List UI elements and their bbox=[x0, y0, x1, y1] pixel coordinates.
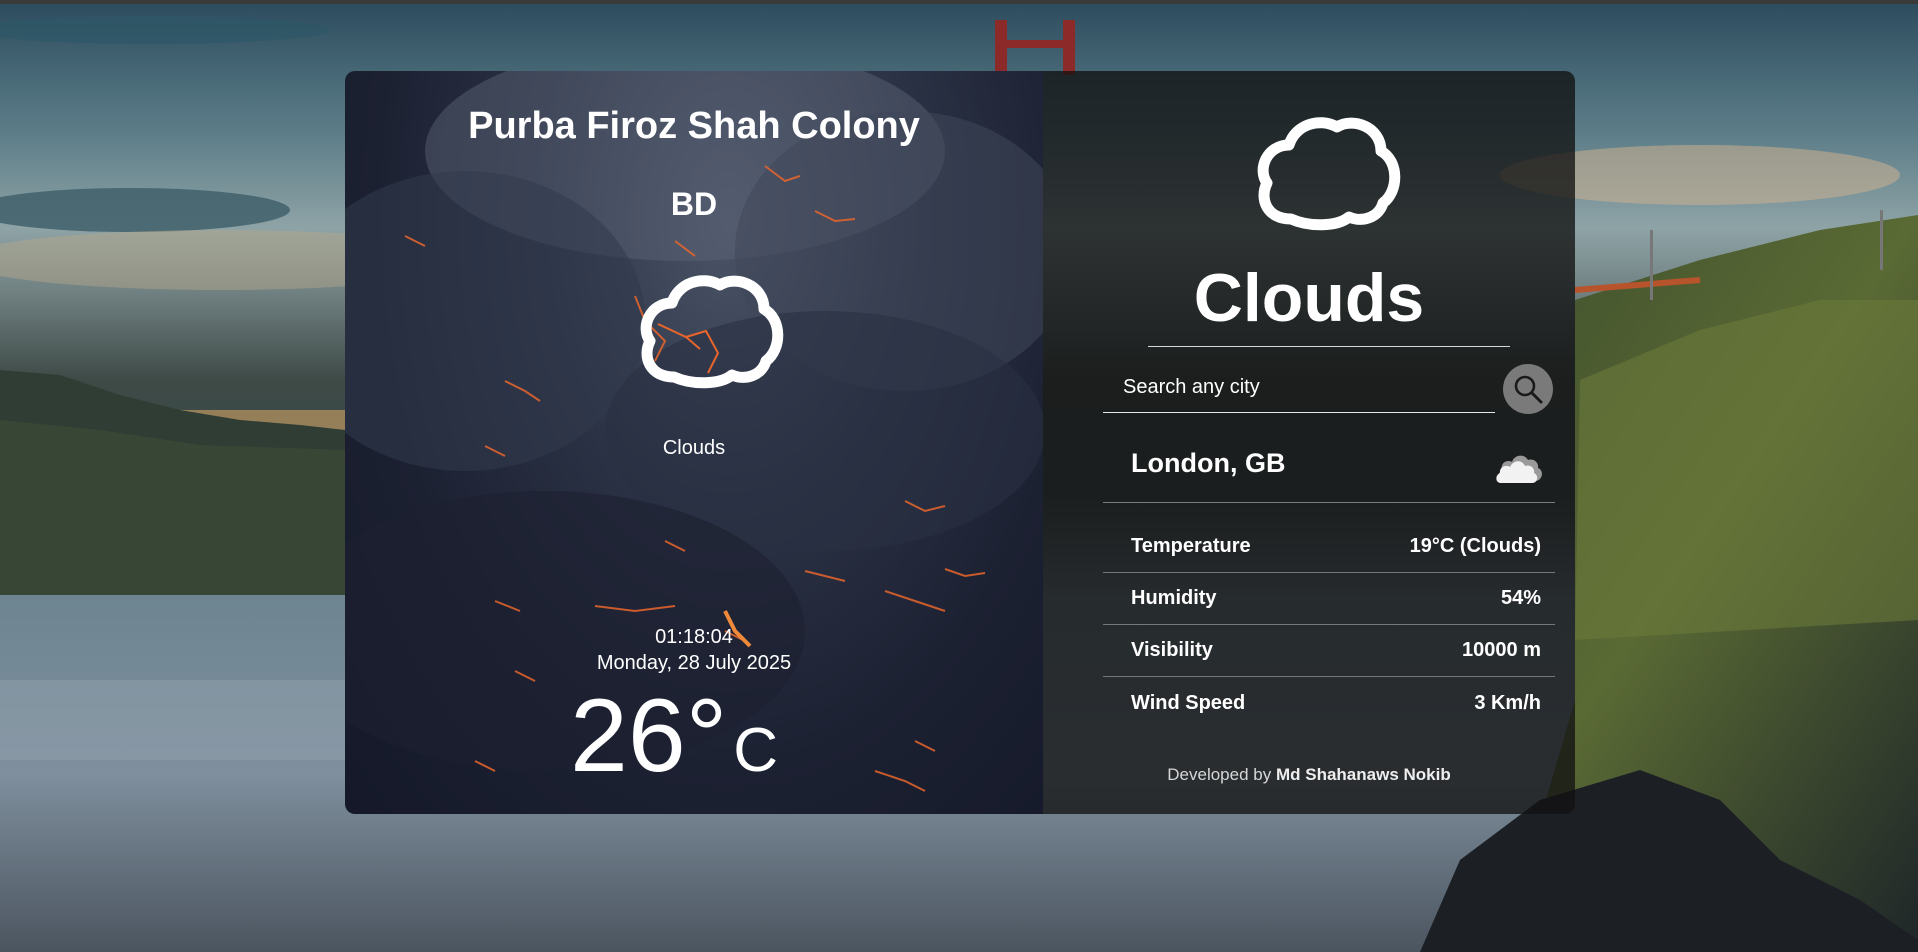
detail-row-temperature: Temperature 19°C (Clouds) bbox=[1103, 521, 1555, 573]
detail-value: 10000 m bbox=[1462, 639, 1541, 661]
detail-value: 3 Km/h bbox=[1474, 691, 1541, 714]
degree-symbol: ° bbox=[685, 678, 728, 794]
country-code: BD bbox=[670, 186, 718, 222]
weather-details: Temperature 19°C (Clouds) Humidity 54% V… bbox=[1103, 521, 1555, 729]
condition-label: Clouds bbox=[662, 437, 726, 459]
temperature-value: 26 bbox=[570, 678, 686, 794]
weather-card: Purba Firoz Shah Colony BD Clouds 01:18:… bbox=[345, 71, 1575, 814]
temperature-display: 26°C bbox=[570, 681, 778, 806]
searched-location: London, GB bbox=[1131, 448, 1286, 478]
search-panel: Clouds London, GB Temperature 19°C (Clou… bbox=[1043, 71, 1575, 814]
city-search-input[interactable] bbox=[1103, 363, 1495, 413]
detail-value: 19°C (Clouds) bbox=[1409, 535, 1541, 557]
detail-row-visibility: Visibility 10000 m bbox=[1103, 625, 1555, 677]
city-name: Purba Firoz Shah Colony bbox=[468, 105, 920, 147]
cloud-icon bbox=[640, 275, 784, 389]
current-location-panel: Purba Firoz Shah Colony BD Clouds 01:18:… bbox=[345, 71, 1043, 814]
detail-label: Wind Speed bbox=[1131, 691, 1246, 714]
detail-value: 54% bbox=[1500, 587, 1541, 609]
divider bbox=[1103, 502, 1555, 503]
cloud-icon bbox=[1257, 117, 1401, 231]
developer-credit: Developed by Md Shahanaws Nokib bbox=[1043, 765, 1575, 785]
cloud-icon bbox=[1496, 455, 1542, 483]
divider bbox=[1148, 346, 1510, 347]
search-icon bbox=[1514, 375, 1543, 404]
search-button[interactable] bbox=[1503, 364, 1553, 414]
current-time: 01:18:04 bbox=[655, 626, 733, 648]
detail-row-wind-speed: Wind Speed 3 Km/h bbox=[1103, 677, 1555, 729]
search-condition-title: Clouds bbox=[1193, 260, 1425, 336]
detail-row-humidity: Humidity 54% bbox=[1103, 573, 1555, 625]
developer-name: Md Shahanaws Nokib bbox=[1275, 765, 1451, 784]
credit-prefix: Developed by bbox=[1167, 765, 1272, 784]
detail-label: Temperature bbox=[1131, 535, 1251, 557]
current-date: Monday, 28 July 2025 bbox=[596, 652, 792, 674]
detail-label: Humidity bbox=[1131, 587, 1217, 609]
detail-label: Visibility bbox=[1131, 639, 1213, 661]
temperature-unit: C bbox=[733, 716, 779, 785]
